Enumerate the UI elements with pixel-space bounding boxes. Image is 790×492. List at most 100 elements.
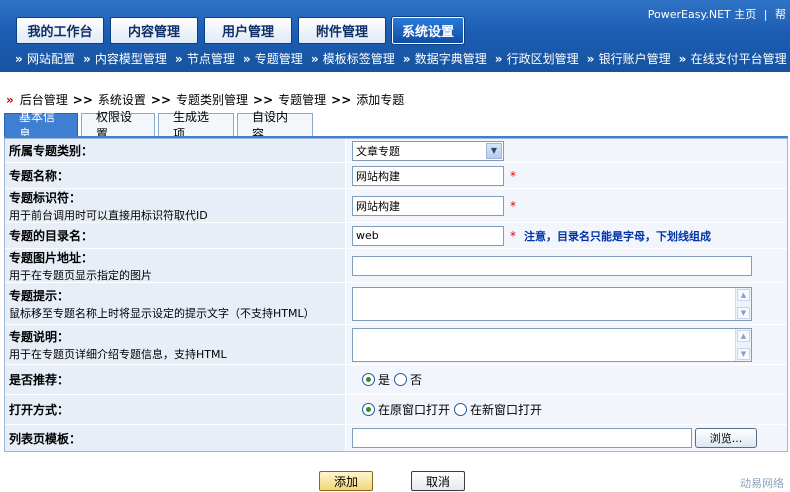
subnav-topics[interactable]: 专题管理 [243, 50, 303, 67]
radio-recommend-yes[interactable] [362, 373, 375, 386]
cancel-button[interactable]: 取消 [411, 471, 465, 491]
scroll-down-icon[interactable]: ▼ [737, 347, 750, 360]
breadcrumb-separator: >> [331, 92, 352, 107]
template-label: 列表页模板： [9, 431, 82, 446]
row-tip: 专题提示： 鼠标移至专题名称上时将显示设定的提示文字（不支持HTML） ▲ ▼ [5, 283, 787, 325]
value-cell: 在原窗口打开 在新窗口打开 [345, 395, 787, 424]
open-mode-radio-group: 在原窗口打开 在新窗口打开 [358, 401, 542, 418]
value-cell [345, 249, 787, 282]
radio-recommend-no[interactable] [394, 373, 408, 386]
tip-label: 专题提示： [9, 288, 70, 303]
sub-nav: 网站配置 内容模型管理 节点管理 专题管理 模板标签管理 数据字典管理 行政区划… [15, 50, 790, 67]
help-link[interactable]: 帮 [775, 8, 786, 21]
tab-system-settings[interactable]: 系统设置 [391, 16, 465, 45]
tab-attachments[interactable]: 附件管理 [298, 17, 386, 44]
radio-label: 否 [410, 373, 423, 387]
main-nav: 我的工作台 内容管理 用户管理 附件管理 系统设置 [16, 16, 470, 45]
row-desc: 专题说明： 用于在专题页详细介绍专题信息，支持HTML ▲ ▼ [5, 325, 787, 365]
label-cell: 专题提示： 鼠标移至专题名称上时将显示设定的提示文字（不支持HTML） [5, 283, 345, 324]
radio-label: 是 [378, 373, 391, 387]
subnav-template-tags[interactable]: 模板标签管理 [311, 50, 395, 67]
subnav-bank-accounts[interactable]: 银行账户管理 [587, 50, 671, 67]
row-open-mode: 打开方式： 在原窗口打开 在新窗口打开 [5, 395, 787, 425]
subnav-dictionary[interactable]: 数据字典管理 [403, 50, 487, 67]
template-input[interactable] [352, 428, 692, 448]
radio-label: 在新窗口打开 [470, 403, 543, 417]
scrollbar[interactable]: ▲ ▼ [735, 287, 751, 320]
home-link[interactable]: PowerEasy.NET 主页 [648, 8, 757, 21]
tab-custom-content[interactable]: 自设内容 [237, 110, 313, 141]
radio-open-new-window[interactable] [454, 403, 468, 416]
value-cell: 网站构建 * [345, 163, 787, 188]
top-links: PowerEasy.NET 主页 | 帮 [644, 6, 786, 22]
breadcrumb-topic-category[interactable]: 专题类别管理 [176, 91, 248, 108]
row-image: 专题图片地址： 用于在专题页显示指定的图片 [5, 249, 787, 283]
row-identifier: 专题标识符： 用于前台调用时可以直接用标识符取代ID 网站构建 * [5, 189, 787, 223]
breadcrumb-topic-manage[interactable]: 专题管理 [278, 91, 326, 108]
chevron-down-icon[interactable]: ▼ [486, 142, 502, 159]
image-url-input[interactable] [352, 255, 752, 276]
recommend-radio-group: 是 否 [358, 371, 422, 388]
image-hint: 用于在专题页显示指定的图片 [9, 268, 152, 282]
label-cell: 专题标识符： 用于前台调用时可以直接用标识符取代ID [5, 189, 345, 222]
category-select[interactable]: 文章专题 ▼ [352, 140, 504, 161]
identifier-input[interactable]: 网站构建 [352, 195, 504, 216]
row-recommend: 是否推荐： 是 否 [5, 365, 787, 395]
tab-generate-options[interactable]: 生成选项 [158, 110, 234, 141]
breadcrumb-arrow-icon: » [6, 92, 14, 107]
dir-label: 专题的目录名： [9, 229, 94, 243]
category-label: 所属专题类别： [9, 144, 94, 158]
subnav-regions[interactable]: 行政区划管理 [495, 50, 579, 67]
identifier-label: 专题标识符： [9, 190, 82, 205]
tab-content[interactable]: 内容管理 [110, 17, 198, 44]
desc-label: 专题说明： [9, 329, 70, 344]
breadcrumb-admin[interactable]: 后台管理 [20, 91, 68, 108]
value-cell: 文章专题 ▼ [345, 139, 787, 162]
label-cell: 专题说明： 用于在专题页详细介绍专题信息，支持HTML [5, 325, 345, 364]
required-mark: * [510, 198, 516, 213]
scroll-down-icon[interactable]: ▼ [737, 306, 750, 319]
subnav-site-config[interactable]: 网站配置 [15, 50, 75, 67]
label-cell: 列表页模板： [5, 425, 345, 451]
tab-permissions[interactable]: 权限设置 [81, 110, 155, 141]
row-category: 所属专题类别： 文章专题 ▼ [5, 139, 787, 163]
value-cell: 浏览... [345, 425, 787, 451]
label-cell: 所属专题类别： [5, 139, 345, 162]
tab-workbench[interactable]: 我的工作台 [16, 17, 104, 44]
desc-textarea[interactable]: ▲ ▼ [352, 327, 752, 362]
topic-name-input[interactable]: 网站构建 [352, 165, 504, 186]
tip-textarea[interactable]: ▲ ▼ [352, 286, 752, 321]
row-dir: 专题的目录名： web * 注意，目录名只能是字母，下划线组成 [5, 223, 787, 249]
scrollbar[interactable]: ▲ ▼ [735, 328, 751, 361]
add-button[interactable]: 添加 [319, 471, 373, 491]
dir-input[interactable]: web [352, 225, 504, 246]
topic-form: 所属专题类别： 文章专题 ▼ 专题名称： 网站构建 * 专题标识符： 用于前台调… [4, 138, 788, 452]
radio-label: 在原窗口打开 [378, 403, 451, 417]
category-selected-value: 文章专题 [356, 144, 400, 158]
breadcrumb: » 后台管理 >> 系统设置 >> 专题类别管理 >> 专题管理 >> 添加专题 [6, 91, 404, 108]
label-cell: 专题的目录名： [5, 223, 345, 248]
subnav-nodes[interactable]: 节点管理 [175, 50, 235, 67]
breadcrumb-separator: >> [72, 92, 93, 107]
value-cell: ▲ ▼ [345, 325, 787, 364]
subnav-online-payment[interactable]: 在线支付平台管理 [679, 50, 787, 67]
tab-basic-info[interactable]: 基本信息 [4, 110, 78, 141]
link-separator: | [763, 8, 768, 21]
row-name: 专题名称： 网站构建 * [5, 163, 787, 189]
value-cell: web * 注意，目录名只能是字母，下划线组成 [345, 223, 787, 248]
label-cell: 专题图片地址： 用于在专题页显示指定的图片 [5, 249, 345, 282]
browse-button[interactable]: 浏览... [695, 428, 757, 448]
label-cell: 是否推荐： [5, 365, 345, 394]
identifier-hint: 用于前台调用时可以直接用标识符取代ID [9, 208, 208, 222]
breadcrumb-add-topic: 添加专题 [356, 93, 405, 107]
required-mark: * [510, 228, 516, 243]
breadcrumb-system-settings[interactable]: 系统设置 [98, 91, 146, 108]
scroll-up-icon[interactable]: ▲ [737, 288, 750, 301]
scroll-up-icon[interactable]: ▲ [737, 329, 750, 342]
dir-note: 注意，目录名只能是字母，下划线组成 [524, 229, 711, 243]
subnav-content-model[interactable]: 内容模型管理 [83, 50, 167, 67]
recommend-label: 是否推荐： [9, 373, 70, 387]
radio-open-same-window[interactable] [362, 403, 375, 416]
label-cell: 专题名称： [5, 163, 345, 188]
tab-users[interactable]: 用户管理 [204, 17, 292, 44]
